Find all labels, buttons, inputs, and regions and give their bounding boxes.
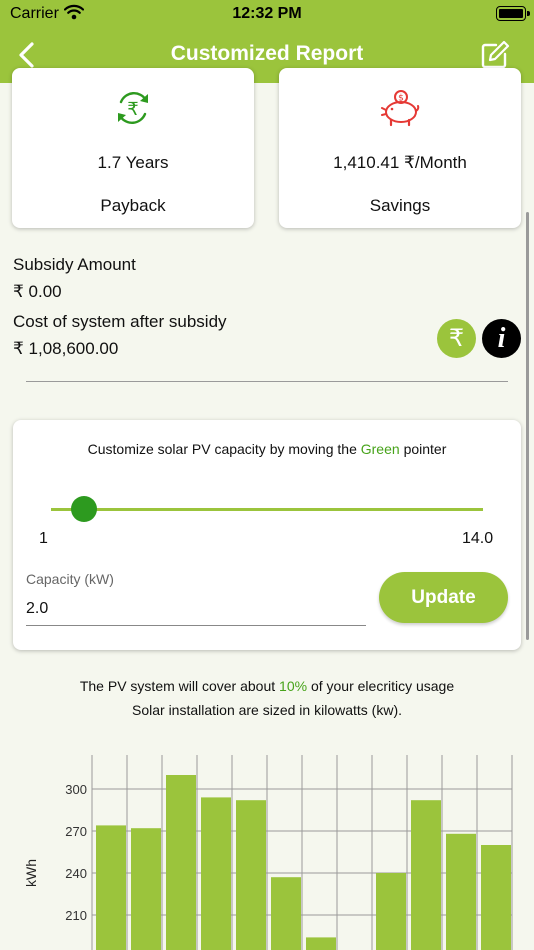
subsidy-amount-label: Subsidy Amount: [13, 255, 136, 274]
slider-min-label: 1: [39, 530, 48, 547]
battery-icon: [496, 6, 530, 21]
y-tick-label: 300: [65, 782, 87, 797]
instruction-text: Customize solar PV capacity by moving th…: [87, 441, 357, 457]
cost-after-subsidy-value: ₹ 1,08,600.00: [13, 339, 119, 358]
cost-after-subsidy-label: Cost of system after subsidy: [13, 312, 227, 331]
rupee-cycle-icon: ₹: [118, 92, 148, 124]
update-button[interactable]: Update: [379, 572, 508, 623]
status-bar: Carrier 12:32 PM: [0, 0, 534, 28]
page-title: Customized Report: [170, 42, 364, 65]
chart-bar: [96, 825, 126, 950]
chart-bar: [306, 937, 336, 950]
instruction-highlight: Green: [360, 441, 400, 457]
capacity-slider-thumb[interactable]: [71, 496, 98, 522]
capacity-input[interactable]: [26, 592, 366, 626]
chart-bar: [166, 775, 196, 950]
slider-instruction: Customize solar PV capacity by moving th…: [13, 441, 521, 457]
coverage-text: The PV system will cover about 10% of yo…: [0, 678, 534, 694]
chart-bar: [481, 845, 511, 950]
chart-bar: [446, 833, 476, 950]
scrollbar[interactable]: [526, 212, 529, 640]
chart-bar: [131, 828, 161, 950]
y-axis-label: kWh: [23, 859, 39, 887]
usage-bar-chart: 210 240 270 300 kWh: [23, 755, 513, 950]
chart-bar: [236, 800, 266, 950]
svg-text:$: $: [398, 94, 404, 104]
coverage-prefix: The PV system will cover about: [79, 678, 276, 694]
chart-bar: [376, 873, 406, 950]
edit-icon[interactable]: [480, 40, 510, 70]
y-tick-label: 240: [65, 866, 87, 881]
svg-text:₹: ₹: [127, 99, 138, 120]
info-button[interactable]: i: [482, 319, 521, 358]
clock: 12:32 PM: [232, 5, 302, 22]
savings-label: Savings: [369, 196, 431, 215]
coverage-percent: 10%: [279, 678, 308, 694]
savings-value: 1,410.41 ₹/Month: [333, 153, 467, 172]
chart-bar: [201, 797, 231, 950]
y-tick-label: 210: [65, 908, 87, 923]
capacity-slider-track[interactable]: [51, 508, 483, 511]
sizing-note: Solar installation are sized in kilowatt…: [132, 702, 402, 718]
divider: [26, 381, 508, 382]
subsidy-amount-value: ₹ 0.00: [13, 282, 62, 301]
payback-value: 1.7 Years: [97, 153, 169, 172]
y-tick-label: 270: [65, 824, 87, 839]
payback-label: Payback: [100, 196, 166, 215]
piggy-bank-icon: $: [381, 90, 420, 127]
capacity-card: Customize solar PV capacity by moving th…: [13, 420, 521, 650]
instruction-suffix: pointer: [403, 441, 447, 457]
rupee-button[interactable]: ₹: [437, 319, 476, 358]
chart-bar: [411, 800, 441, 950]
chart-bar: [271, 877, 301, 950]
savings-card: $ 1,410.41 ₹/Month Savings: [279, 68, 521, 228]
slider-max-label: 14.0: [462, 530, 494, 547]
capacity-label: Capacity (kW): [26, 571, 114, 587]
payback-card: ₹ 1.7 Years Payback: [12, 68, 254, 228]
coverage-suffix: of your elecriticy usage: [310, 678, 455, 694]
